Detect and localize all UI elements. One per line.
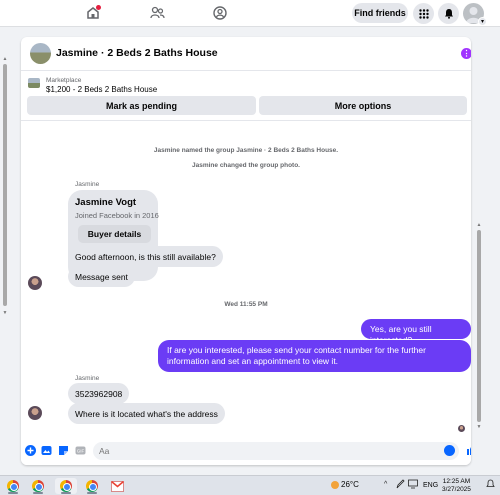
timestamp: Wed 11:55 PM bbox=[224, 301, 268, 308]
message-bubble[interactable]: Message sent bbox=[68, 266, 135, 287]
weather-icon[interactable] bbox=[331, 481, 339, 489]
chevron-up-icon[interactable]: ^ bbox=[384, 481, 387, 488]
system-clock[interactable]: 12:25 AM 3/27/2025 bbox=[442, 478, 471, 494]
sticker-icon[interactable] bbox=[58, 445, 69, 456]
chevron-down-icon[interactable]: ▾ bbox=[478, 17, 487, 26]
info-icon[interactable]: ⋮ bbox=[461, 48, 471, 59]
chat-title[interactable]: Jasmine · 2 Beds 2 Baths House bbox=[56, 47, 218, 59]
chrome-taskbar-icon[interactable] bbox=[81, 478, 103, 494]
language-indicator[interactable]: ENG bbox=[423, 482, 438, 489]
friends-icon[interactable] bbox=[147, 4, 167, 22]
chrome-taskbar-icon[interactable] bbox=[55, 478, 77, 494]
plus-circle-icon[interactable] bbox=[25, 445, 36, 456]
listing-title[interactable]: $1,200 - 2 Beds 2 Baths House bbox=[46, 85, 157, 94]
buyer-name[interactable]: Jasmine Vogt bbox=[75, 197, 136, 208]
scroll-down-icon[interactable]: ▼ bbox=[476, 424, 482, 430]
message-composer: GIF bbox=[21, 439, 471, 465]
menu-grid-icon[interactable] bbox=[413, 3, 434, 24]
buyer-details-button[interactable]: Buyer details bbox=[78, 225, 151, 243]
sender-name: Jasmine bbox=[75, 375, 100, 382]
scroll-thumb[interactable] bbox=[3, 64, 7, 306]
contact-avatar[interactable] bbox=[28, 276, 42, 290]
chat-scrollbar[interactable]: ▲ ▼ bbox=[476, 222, 482, 432]
chrome-taskbar-icon[interactable] bbox=[27, 478, 49, 494]
svg-text:GIF: GIF bbox=[77, 449, 85, 454]
notification-dot bbox=[96, 5, 101, 10]
emoji-icon[interactable] bbox=[444, 445, 455, 456]
clock-date: 3/27/2025 bbox=[442, 486, 471, 493]
message-bubble[interactable]: 3523962908 bbox=[68, 383, 130, 404]
scroll-up-icon[interactable]: ▲ bbox=[476, 222, 482, 228]
divider bbox=[21, 120, 471, 121]
message-bubble[interactable]: Good afternoon, is this still available? bbox=[68, 246, 223, 267]
chat-window: Jasmine · 2 Beds 2 Baths House ⋮ Marketp… bbox=[21, 37, 471, 465]
weather-temp[interactable]: 26°C bbox=[341, 480, 359, 489]
display-icon[interactable] bbox=[408, 479, 418, 490]
sent-message-bubble[interactable]: Yes, are you still interested? bbox=[361, 319, 471, 345]
message-input[interactable] bbox=[93, 442, 459, 460]
gmail-taskbar-icon[interactable] bbox=[106, 478, 128, 494]
left-scrollbar[interactable]: ▲ ▼ bbox=[2, 56, 8, 318]
more-options-button[interactable]: More options bbox=[259, 96, 467, 115]
thumbs-up-icon[interactable] bbox=[466, 443, 471, 456]
sender-name: Jasmine bbox=[75, 181, 100, 188]
notifications-bell-icon[interactable] bbox=[438, 3, 459, 24]
gif-icon[interactable]: GIF bbox=[75, 445, 86, 456]
chrome-taskbar-icon[interactable] bbox=[2, 478, 24, 494]
notification-center-icon[interactable] bbox=[486, 479, 496, 490]
system-message: Jasmine named the group Jasmine · 2 Beds… bbox=[153, 147, 339, 154]
marketplace-label: Marketplace bbox=[46, 77, 82, 84]
photo-icon[interactable] bbox=[41, 445, 52, 456]
profile-circle-icon[interactable] bbox=[210, 4, 230, 22]
read-receipt-avatar bbox=[458, 425, 465, 432]
buyer-joined: Joined Facebook in 2016 bbox=[75, 211, 159, 220]
chat-header: Jasmine · 2 Beds 2 Baths House ⋮ bbox=[21, 37, 471, 71]
mark-as-pending-button[interactable]: Mark as pending bbox=[27, 96, 256, 115]
scroll-down-icon[interactable]: ▼ bbox=[2, 310, 8, 316]
contact-avatar[interactable] bbox=[28, 406, 42, 420]
listing-thumbnail[interactable] bbox=[28, 78, 40, 88]
find-friends-button[interactable]: Find friends bbox=[352, 3, 408, 23]
top-nav: Find friends ▾ bbox=[0, 0, 500, 27]
group-photo[interactable] bbox=[30, 43, 51, 64]
message-bubble[interactable]: Where is it located what's the address bbox=[68, 403, 225, 424]
system-message: Jasmine changed the group photo. bbox=[192, 162, 300, 169]
clock-time: 12:25 AM bbox=[442, 478, 471, 485]
sent-message-bubble[interactable]: If are you interested, please send your … bbox=[158, 340, 471, 372]
home-icon[interactable] bbox=[83, 4, 103, 22]
taskbar: 26°C ^ ENG 12:25 AM 3/27/2025 bbox=[0, 475, 500, 495]
scroll-up-icon[interactable]: ▲ bbox=[2, 56, 8, 62]
pen-icon[interactable] bbox=[396, 479, 406, 490]
scroll-thumb[interactable] bbox=[477, 230, 481, 422]
